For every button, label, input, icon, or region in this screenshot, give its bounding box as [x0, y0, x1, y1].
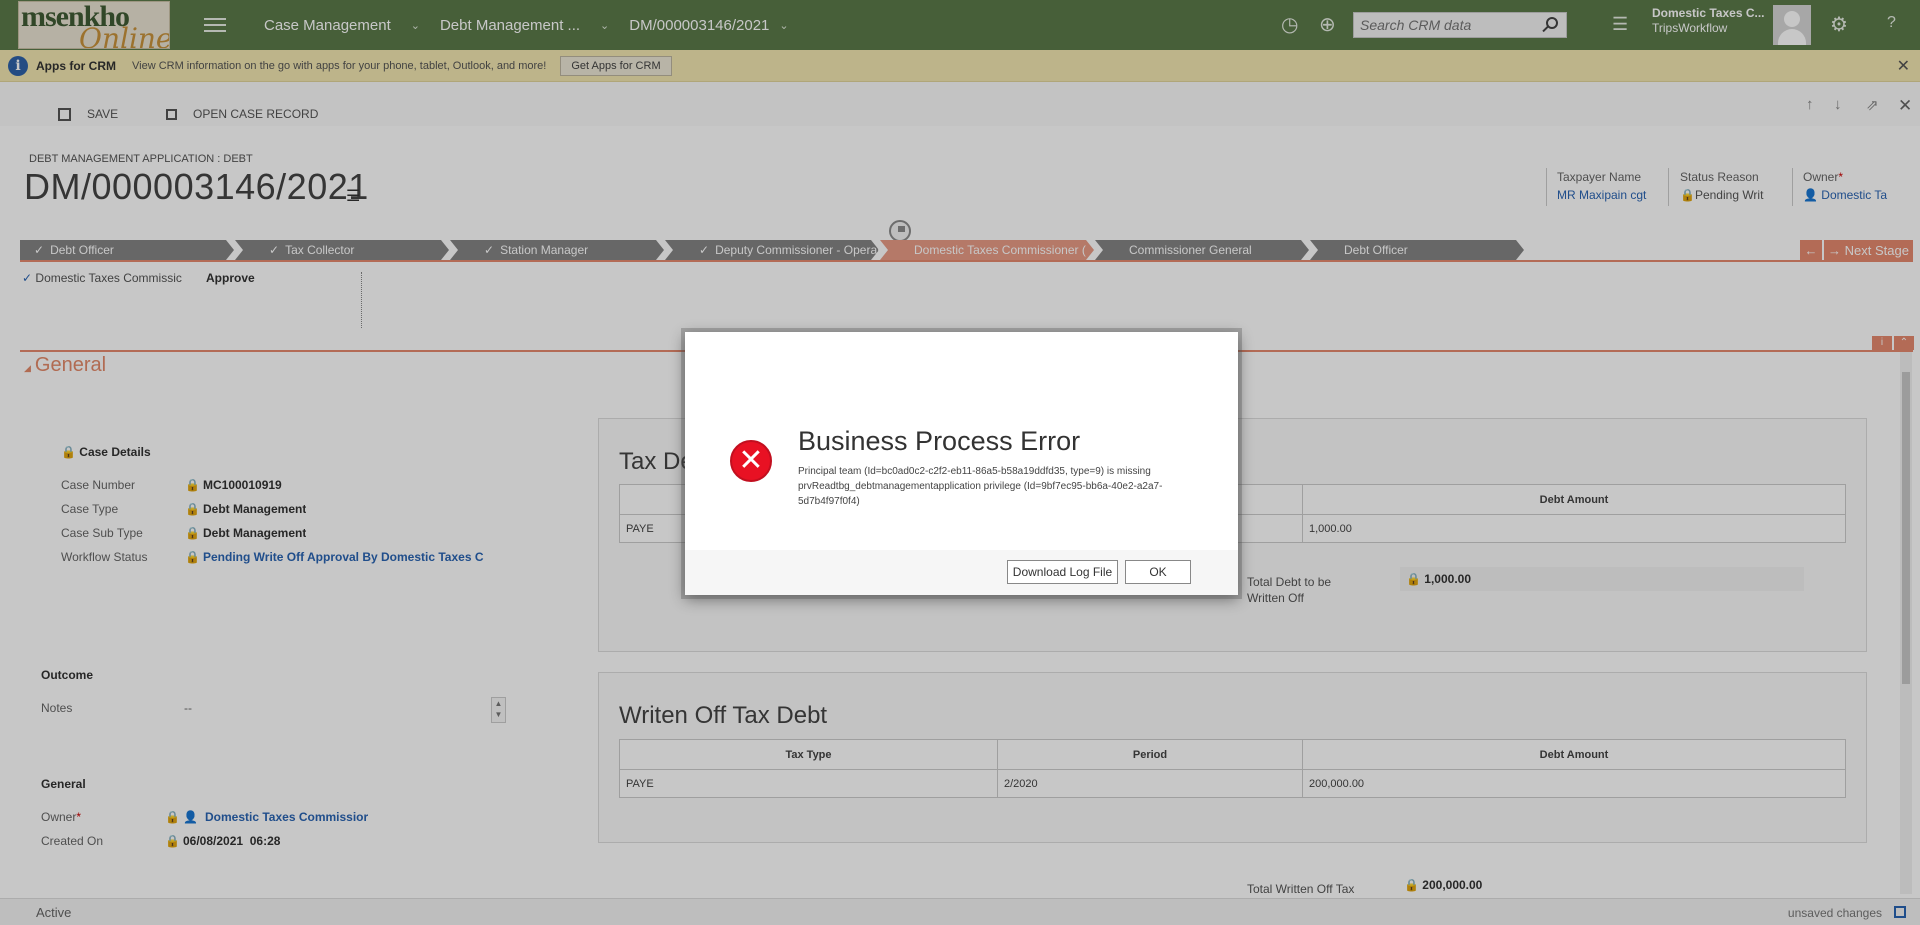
error-icon: ✕ [730, 440, 772, 482]
download-log-file-button[interactable]: Download Log File [1007, 560, 1118, 584]
ok-button[interactable]: OK [1125, 560, 1191, 584]
dialog-message: Principal team (Id=bc0ad0c2-c2f2-eb11-86… [798, 466, 1163, 507]
dialog-title: Business Process Error [798, 426, 1081, 456]
business-process-error-dialog: ✕ Business Process Error Principal team … [685, 332, 1238, 595]
